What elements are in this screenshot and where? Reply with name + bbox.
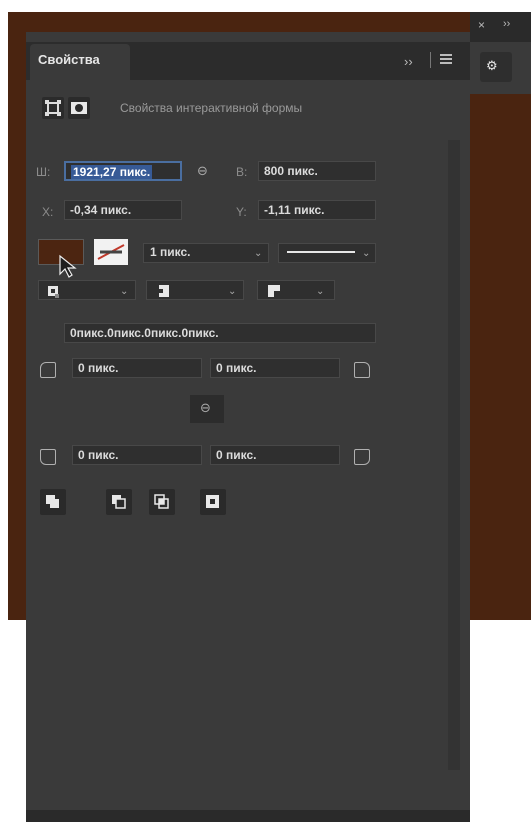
panel-scrollbar[interactable] [448, 140, 460, 770]
corner-top-left-icon [40, 362, 56, 378]
chevron-down-icon: ⌄ [362, 248, 371, 259]
mask-properties-icon[interactable] [68, 97, 90, 119]
exclude-overlapping-shapes-button[interactable] [200, 489, 226, 515]
width-value: 1921,27 пикс. [71, 165, 153, 179]
combine-shapes-icon [46, 495, 59, 508]
corner-bottom-right-icon [354, 449, 370, 465]
panel-bottom-bar [26, 810, 470, 822]
chevron-down-icon: ⌄ [316, 286, 325, 297]
tab-separator [430, 52, 431, 68]
collapse-panel-icon[interactable]: ›› [404, 54, 413, 69]
x-label: X: [42, 205, 54, 219]
x-field[interactable]: -0,34 пикс. [64, 200, 182, 220]
corner-top-right-icon [354, 362, 370, 378]
tab-properties-label: Свойства [38, 52, 100, 67]
stroke-align-icon [48, 286, 59, 298]
stroke-color-swatch[interactable] [94, 239, 128, 265]
link-corners-icon: ⊖ [200, 400, 211, 415]
width-label: Ш: [36, 165, 51, 179]
corner-radii-combined-field[interactable]: 0пикс.0пикс.0пикс.0пикс. [64, 323, 376, 343]
chevron-down-icon: ⌄ [120, 286, 129, 297]
height-label: В: [236, 165, 248, 179]
chevron-down-icon: ⌄ [254, 248, 263, 259]
subtract-front-shape-button[interactable] [106, 489, 132, 515]
intersect-shape-areas-button[interactable] [149, 489, 175, 515]
corner-bottom-right-field[interactable]: 0 пикс. [210, 445, 340, 465]
dock-close-icon[interactable]: × [478, 18, 485, 32]
exclude-overlapping-shapes-icon [206, 495, 219, 508]
panel-menu-icon[interactable] [440, 54, 452, 64]
properties-panel [26, 32, 470, 822]
section-title: Свойства интерактивной формы [120, 101, 303, 115]
intersect-shape-areas-icon [154, 494, 169, 509]
link-dimensions-icon[interactable]: ⊖ [197, 163, 208, 179]
dock-expand-icon[interactable]: ›› [503, 18, 510, 30]
y-label: Y: [236, 205, 247, 219]
shape-properties-icon[interactable] [42, 97, 64, 119]
chevron-down-icon: ⌄ [228, 286, 237, 297]
width-field[interactable]: 1921,27 пикс. [64, 161, 182, 181]
corner-bottom-left-field[interactable]: 0 пикс. [72, 445, 202, 465]
y-field[interactable]: -1,11 пикс. [258, 200, 376, 220]
stroke-width-value: 1 пикс. [150, 245, 191, 259]
subtract-front-shape-icon [112, 495, 126, 509]
corner-top-right-field[interactable]: 0 пикс. [210, 358, 340, 378]
corner-top-left-field[interactable]: 0 пикс. [72, 358, 202, 378]
combine-shapes-button[interactable] [40, 489, 66, 515]
height-field[interactable]: 800 пикс. [258, 161, 376, 181]
properties-icon: ⚙ [486, 58, 498, 73]
mouse-cursor-icon [59, 254, 77, 278]
corner-bottom-left-icon [40, 449, 56, 465]
stroke-corners-icon [268, 285, 280, 297]
stroke-type-sample [287, 251, 355, 253]
stroke-caps-icon [159, 285, 169, 297]
